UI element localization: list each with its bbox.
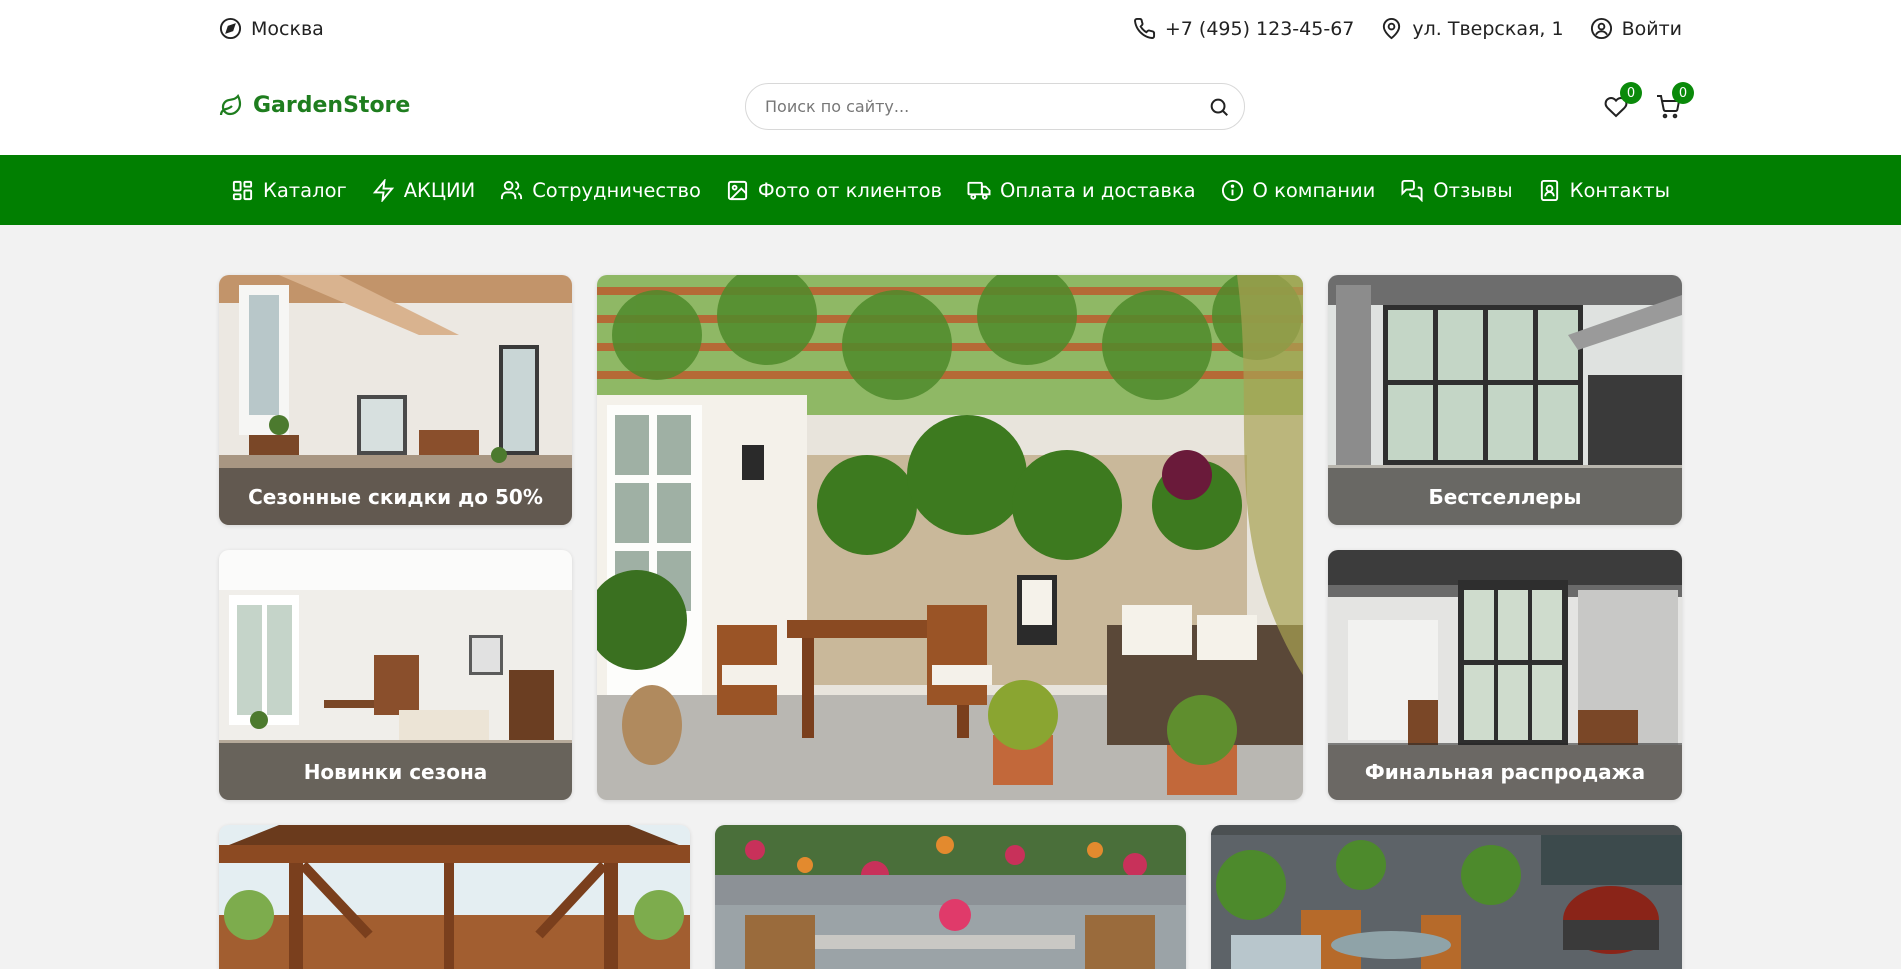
search-icon[interactable] — [1208, 96, 1230, 118]
logo[interactable]: GardenStore — [219, 93, 410, 118]
nav-item-label: Сотрудничество — [532, 178, 701, 202]
contact-book-icon — [1538, 179, 1561, 202]
promo-caption: Новинки сезона — [219, 743, 572, 800]
nav-item-contacts[interactable]: Контакты — [1538, 179, 1670, 202]
cart-count-badge: 0 — [1672, 82, 1694, 104]
grid-icon — [231, 179, 254, 202]
favorites-button[interactable]: 0 — [1604, 82, 1642, 123]
nav-item-about[interactable]: О компании — [1221, 178, 1376, 202]
info-icon — [1221, 179, 1244, 202]
logo-text: GardenStore — [253, 93, 411, 118]
nav-item-payment-delivery[interactable]: Оплата и доставка — [967, 179, 1196, 202]
main-nav: Каталог АКЦИИ Сотрудничество Фото от кли… — [0, 155, 1901, 225]
phone-label: +7 (495) 123-45-67 — [1164, 17, 1355, 40]
patio-image — [597, 275, 1303, 800]
garden-table-image — [715, 825, 1186, 969]
nav-item-promotions[interactable]: АКЦИИ — [372, 178, 476, 202]
phone-link[interactable]: +7 (495) 123-45-67 — [1133, 17, 1355, 40]
phone-icon — [1133, 17, 1156, 40]
address-label: ул. Тверская, 1 — [1412, 17, 1564, 40]
nav-item-label: АКЦИИ — [403, 178, 476, 202]
city-label: Москва — [251, 17, 324, 40]
product-card-gazebo[interactable] — [219, 825, 690, 969]
login-label: Войти — [1621, 17, 1682, 40]
truck-icon — [967, 179, 991, 202]
search-input[interactable] — [765, 97, 1208, 116]
top-bar: Москва +7 (495) 123-45-67 ул. Тверская, … — [0, 0, 1901, 57]
address-link[interactable]: ул. Тверская, 1 — [1380, 17, 1564, 40]
map-pin-icon — [1380, 17, 1403, 40]
favorites-count-badge: 0 — [1620, 82, 1642, 104]
promo-tile-seasonal-discounts[interactable]: Сезонные скидки до 50% — [219, 275, 572, 525]
login-button[interactable]: Войти — [1590, 17, 1682, 40]
promo-caption: Бестселлеры — [1328, 468, 1682, 525]
city-selector[interactable]: Москва — [219, 17, 324, 40]
promo-tile-final-sale[interactable]: Финальная распродажа — [1328, 550, 1682, 800]
product-card-bbq-patio[interactable] — [1211, 825, 1682, 969]
nav-item-label: Фото от клиентов — [757, 178, 943, 202]
images-icon — [726, 179, 749, 202]
nav-item-label: Каталог — [263, 178, 347, 202]
promo-caption: Сезонные скидки до 50% — [219, 468, 572, 525]
promo-tile-new-season[interactable]: Новинки сезона — [219, 550, 572, 800]
nav-item-client-photos[interactable]: Фото от клиентов — [726, 179, 942, 202]
nav-item-label: О компании — [1252, 178, 1376, 202]
chat-icon — [1400, 179, 1424, 202]
leaf-icon — [219, 93, 243, 118]
nav-item-label: Отзывы — [1433, 178, 1513, 202]
compass-icon — [219, 17, 242, 40]
user-circle-icon — [1590, 17, 1613, 40]
product-card-patio-set[interactable] — [715, 825, 1186, 969]
nav-item-label: Оплата и доставка — [1000, 178, 1196, 202]
bbq-patio-image — [1211, 825, 1682, 969]
users-icon — [500, 179, 523, 202]
lightning-icon — [372, 178, 395, 202]
cart-button[interactable]: 0 — [1656, 82, 1694, 123]
search-box — [745, 83, 1245, 130]
nav-item-catalog[interactable]: Каталог — [231, 179, 347, 202]
nav-item-cooperation[interactable]: Сотрудничество — [500, 179, 701, 202]
promo-tile-bestsellers[interactable]: Бестселлеры — [1328, 275, 1682, 525]
hero-banner[interactable] — [597, 275, 1303, 800]
promo-caption: Финальная распродажа — [1328, 743, 1682, 800]
gazebo-image — [219, 825, 690, 969]
nav-item-reviews[interactable]: Отзывы — [1400, 178, 1513, 202]
site-header: GardenStore 0 0 — [0, 57, 1901, 155]
nav-item-label: Контакты — [1569, 178, 1670, 202]
